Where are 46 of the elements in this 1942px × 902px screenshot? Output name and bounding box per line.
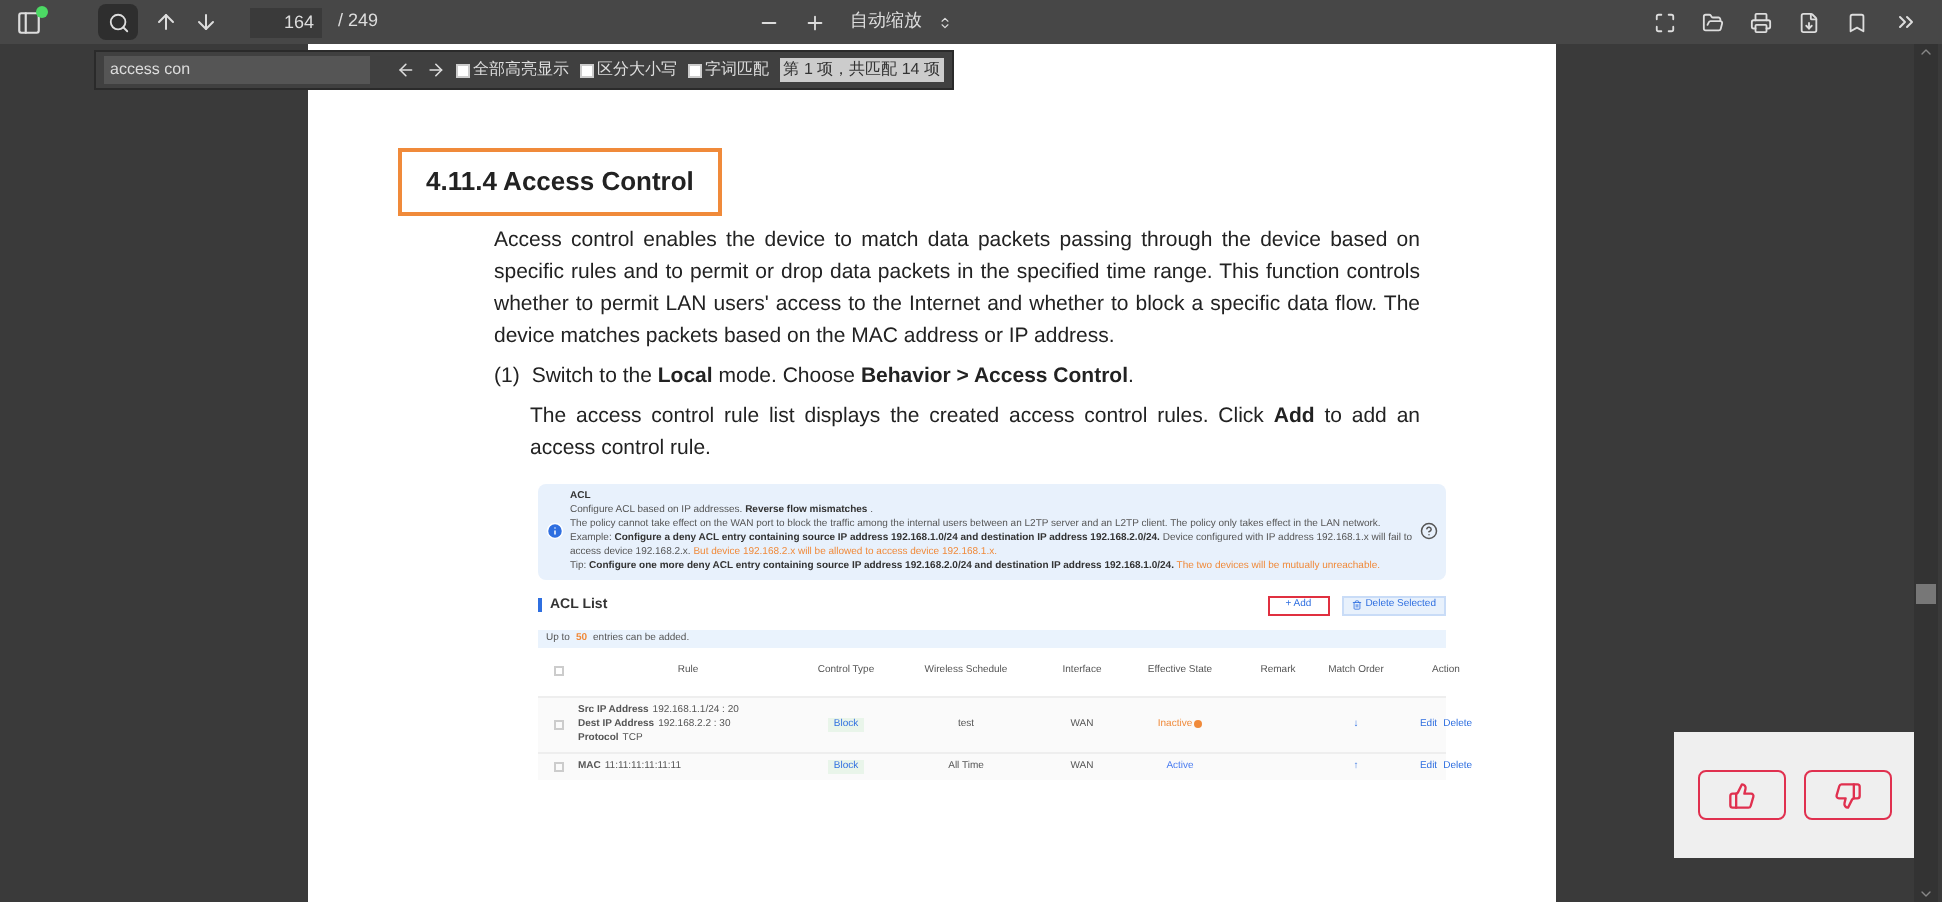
fullscreen-icon[interactable]	[1654, 11, 1676, 33]
option-label: 区分大小写	[597, 58, 678, 82]
row-checkbox[interactable]	[553, 719, 563, 729]
select-all-checkbox[interactable]	[553, 666, 563, 676]
scroll-thumb[interactable]	[1916, 584, 1936, 604]
find-previous-icon[interactable]	[396, 60, 416, 80]
find-next-icon[interactable]	[425, 60, 446, 80]
print-icon[interactable]	[1750, 11, 1772, 33]
thumbs-down-icon	[1833, 781, 1861, 809]
zoom-select[interactable]: 自动缩放	[850, 8, 971, 36]
zoom-in-icon[interactable]	[804, 11, 827, 33]
scrollbar[interactable]	[1914, 44, 1938, 902]
page-number-field[interactable]: 164	[250, 7, 322, 37]
option-label: 字词匹配	[705, 58, 770, 82]
download-icon[interactable]	[1798, 11, 1820, 33]
thumbs-up-icon	[1727, 781, 1755, 809]
scroll-up-icon[interactable]	[1918, 44, 1934, 60]
trash-icon	[1351, 600, 1362, 610]
sidebar-toggle-icon[interactable]	[16, 9, 42, 35]
option-checkbox[interactable]	[687, 63, 702, 77]
step-number: (1)	[494, 361, 520, 391]
find-input[interactable]: access con	[104, 56, 371, 84]
search-button[interactable]	[98, 4, 138, 40]
row-checkbox[interactable]	[553, 761, 563, 771]
bookmark-icon[interactable]	[1846, 11, 1868, 33]
scroll-down-icon[interactable]	[1918, 886, 1934, 902]
section-heading: 4.11.4 Access Control	[398, 148, 722, 215]
step-text: Switch to the Local mode. Choose Behavior > Access Control.	[531, 361, 1134, 391]
search-icon	[107, 11, 129, 33]
next-page-icon[interactable]	[194, 10, 218, 34]
page-total: / 249	[338, 8, 379, 35]
warning-icon	[1194, 720, 1203, 728]
thumbs-up-button[interactable]	[1697, 770, 1785, 820]
previous-page-icon[interactable]	[154, 10, 178, 34]
option-label: 全部高亮显示	[473, 58, 570, 82]
option-checkbox[interactable]	[455, 63, 470, 77]
info-icon	[546, 522, 564, 540]
step-note: The access control rule list displays the created access control rules. Click Add to add an access control rule.	[528, 401, 1420, 463]
help-icon[interactable]	[1420, 522, 1438, 540]
select-caret-icon	[938, 15, 953, 29]
body-paragraph: Access control enables the device to match data packets passing through the device based on specific rules and to permit or drop data packets in the specified time range. This function controls whether to permit LAN users' access to the Internet and whether to block a specific data flow. The device matches packets based on the MAC address or IP address.	[494, 225, 1420, 351]
thumbs-down-button[interactable]	[1803, 770, 1891, 820]
folder-icon[interactable]	[1702, 11, 1724, 33]
match-count: 第 1 项，共匹配 14 项	[779, 58, 944, 82]
more-tools-icon[interactable]	[1894, 10, 1918, 34]
option-checkbox[interactable]	[579, 63, 594, 77]
